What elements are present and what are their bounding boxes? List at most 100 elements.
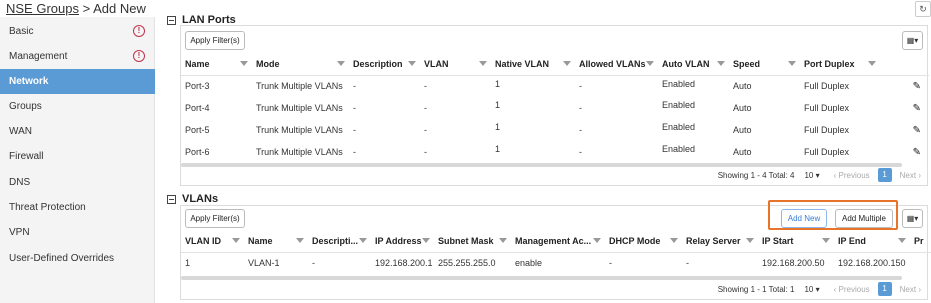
filter-icon[interactable] bbox=[408, 61, 416, 66]
filter-icon[interactable] bbox=[822, 238, 830, 243]
sidebar-item-label: Basic bbox=[9, 26, 34, 37]
filter-icon[interactable] bbox=[479, 61, 487, 66]
table-row[interactable]: 1 VLAN-1 - 192.168.200.1 255.255.255.0 e… bbox=[181, 252, 931, 274]
filter-icon[interactable] bbox=[422, 238, 430, 243]
sidebar-item-label: Threat Protection bbox=[9, 202, 86, 213]
filter-icon[interactable] bbox=[359, 238, 367, 243]
cell: Auto bbox=[733, 81, 752, 92]
column-header[interactable]: VLAN ID bbox=[181, 231, 244, 253]
column-header[interactable]: IP Start bbox=[758, 231, 834, 253]
column-header[interactable]: Subnet Mask bbox=[434, 231, 511, 253]
cell: - bbox=[353, 147, 356, 157]
filter-icon[interactable] bbox=[898, 238, 906, 243]
table-row[interactable]: Port-4 Trunk Multiple VLANs - - 1 - Enab… bbox=[181, 97, 929, 119]
sidebar-item-firewall[interactable]: Firewall bbox=[0, 144, 155, 169]
cell: Full Duplex bbox=[804, 125, 850, 135]
cell: Trunk Multiple VLANs bbox=[256, 81, 343, 92]
column-settings-icon[interactable]: ▦▾ bbox=[902, 31, 923, 50]
edit-cell: ✎ bbox=[880, 141, 929, 163]
previous-page-button[interactable]: ‹ Previous bbox=[834, 285, 870, 294]
filter-icon[interactable] bbox=[868, 61, 876, 66]
cell bbox=[910, 252, 931, 274]
table-row[interactable]: Port-3 Trunk Multiple VLANs - - 1 - Enab… bbox=[181, 75, 929, 97]
filter-icon[interactable] bbox=[717, 61, 725, 66]
sidebar-item-label: Firewall bbox=[9, 151, 44, 162]
column-header[interactable]: Allowed VLANs bbox=[575, 54, 658, 76]
vlans-pagination: Showing 1 - 1 Total: 1 10 ▾ ‹ Previous 1… bbox=[718, 282, 921, 296]
column-header[interactable]: Name bbox=[244, 231, 308, 253]
filter-icon[interactable] bbox=[670, 238, 678, 243]
filter-icon[interactable] bbox=[240, 61, 248, 66]
column-header[interactable]: Description bbox=[349, 54, 420, 76]
column-header[interactable]: VLAN bbox=[420, 54, 491, 76]
cell: 192.168.200.50 bbox=[762, 258, 825, 269]
edit-pencil-icon[interactable]: ✎ bbox=[913, 81, 921, 92]
sidebar-item-basic[interactable]: Basic! bbox=[0, 19, 155, 44]
table-row[interactable]: Port-5 Trunk Multiple VLANs - - 1 - Enab… bbox=[181, 119, 929, 141]
cell: Port-6 bbox=[185, 147, 210, 157]
column-header[interactable]: IP Address bbox=[371, 231, 434, 253]
cell: Full Duplex bbox=[804, 81, 850, 92]
page-size-select[interactable]: 10 ▾ bbox=[804, 285, 819, 294]
current-page-button[interactable]: 1 bbox=[877, 282, 892, 296]
filter-icon[interactable] bbox=[563, 61, 571, 66]
filter-icon[interactable] bbox=[232, 238, 240, 243]
collapse-icon[interactable] bbox=[167, 15, 176, 25]
page-size-select[interactable]: 10 ▾ bbox=[804, 171, 819, 180]
filter-icon[interactable] bbox=[646, 61, 654, 66]
sidebar-item-wan[interactable]: WAN bbox=[0, 119, 155, 144]
cell: Full Duplex bbox=[804, 147, 850, 157]
sidebar-item-dns[interactable]: DNS bbox=[0, 170, 155, 195]
horizontal-scrollbar[interactable] bbox=[181, 276, 902, 280]
column-header[interactable]: Speed bbox=[729, 54, 800, 76]
sidebar-item-label: Groups bbox=[9, 101, 42, 112]
filter-icon[interactable] bbox=[296, 238, 304, 243]
sidebar-item-management[interactable]: Management! bbox=[0, 44, 155, 69]
cell: 1 bbox=[495, 78, 501, 89]
edit-pencil-icon[interactable]: ✎ bbox=[913, 103, 921, 114]
edit-pencil-icon[interactable]: ✎ bbox=[913, 125, 921, 136]
column-header[interactable]: Pr bbox=[910, 231, 931, 253]
sidebar-item-network[interactable]: Network bbox=[0, 69, 155, 94]
edit-pencil-icon[interactable]: ✎ bbox=[913, 147, 921, 158]
next-page-button[interactable]: Next › bbox=[900, 171, 921, 180]
column-header[interactable]: Mode bbox=[252, 54, 349, 76]
filter-icon[interactable] bbox=[746, 238, 754, 243]
edit-cell: ✎ bbox=[880, 119, 929, 141]
cell: - bbox=[312, 258, 315, 269]
horizontal-scrollbar[interactable] bbox=[181, 163, 902, 167]
vlans-apply-filters-button[interactable]: Apply Filter(s) bbox=[185, 209, 245, 228]
column-header[interactable]: IP End bbox=[834, 231, 910, 253]
filter-icon[interactable] bbox=[788, 61, 796, 66]
filter-icon[interactable] bbox=[337, 61, 345, 66]
column-header[interactable]: Descripti... bbox=[308, 231, 371, 253]
column-settings-icon[interactable]: ▦▾ bbox=[902, 209, 923, 228]
filter-icon[interactable] bbox=[499, 238, 507, 243]
column-header[interactable]: Port Duplex bbox=[800, 54, 880, 76]
column-header[interactable]: Management Ac... bbox=[511, 231, 605, 253]
current-page-button[interactable]: 1 bbox=[877, 168, 892, 182]
warning-icon: ! bbox=[133, 50, 145, 62]
lan-ports-table: Name Mode Description VLAN Native VLAN A… bbox=[181, 54, 929, 163]
breadcrumb-nse-groups-link[interactable]: NSE Groups bbox=[6, 1, 79, 16]
sidebar-item-vpn[interactable]: VPN bbox=[0, 220, 155, 245]
column-header[interactable]: Auto VLAN bbox=[658, 54, 729, 76]
table-row[interactable]: Port-6 Trunk Multiple VLANs - - 1 - Enab… bbox=[181, 141, 929, 163]
add-new-vlan-button[interactable]: Add New bbox=[781, 209, 827, 228]
column-header[interactable]: Relay Server bbox=[682, 231, 758, 253]
add-multiple-vlans-button[interactable]: Add Multiple bbox=[835, 209, 893, 228]
next-page-button[interactable]: Next › bbox=[900, 285, 921, 294]
sidebar-item-user-defined-overrides[interactable]: User-Defined Overrides bbox=[0, 246, 155, 271]
column-header[interactable]: Name bbox=[181, 54, 252, 76]
collapse-icon[interactable] bbox=[167, 194, 176, 204]
cell: Trunk Multiple VLANs bbox=[256, 125, 343, 135]
column-header[interactable]: Native VLAN bbox=[491, 54, 575, 76]
previous-page-button[interactable]: ‹ Previous bbox=[834, 171, 870, 180]
refresh-icon[interactable]: ↻ bbox=[915, 1, 931, 17]
sidebar-item-threat-protection[interactable]: Threat Protection bbox=[0, 195, 155, 220]
sidebar-item-groups[interactable]: Groups bbox=[0, 94, 155, 119]
cell: Port-5 bbox=[185, 125, 210, 135]
lan-apply-filters-button[interactable]: Apply Filter(s) bbox=[185, 31, 245, 50]
column-header[interactable]: DHCP Mode bbox=[605, 231, 682, 253]
filter-icon[interactable] bbox=[593, 238, 601, 243]
